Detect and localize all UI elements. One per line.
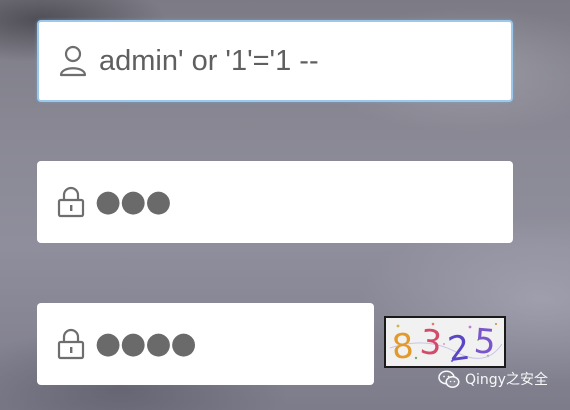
user-icon [53,41,93,81]
username-input-value: admin' or '1'='1 -- [99,44,319,77]
watermark: Qingy之安全 [438,369,548,389]
captcha-image[interactable]: 8 3 2 5 [384,316,506,368]
password-input-value: ●●● [95,184,172,219]
captcha-field[interactable]: ●●●● [37,303,374,385]
username-field[interactable]: admin' or '1'='1 -- [37,20,513,102]
captcha-char: 5 [472,321,497,363]
captcha-char: 2 [445,328,472,366]
watermark-text: Qingy之安全 [465,372,548,388]
captcha-char: 8 [391,326,415,366]
wechat-icon [438,370,460,389]
lock-icon [51,324,91,364]
lock-icon [51,182,91,222]
captcha-char: 3 [418,322,444,364]
password-field[interactable]: ●●● [37,161,513,243]
captcha-input-value: ●●●● [95,326,197,361]
